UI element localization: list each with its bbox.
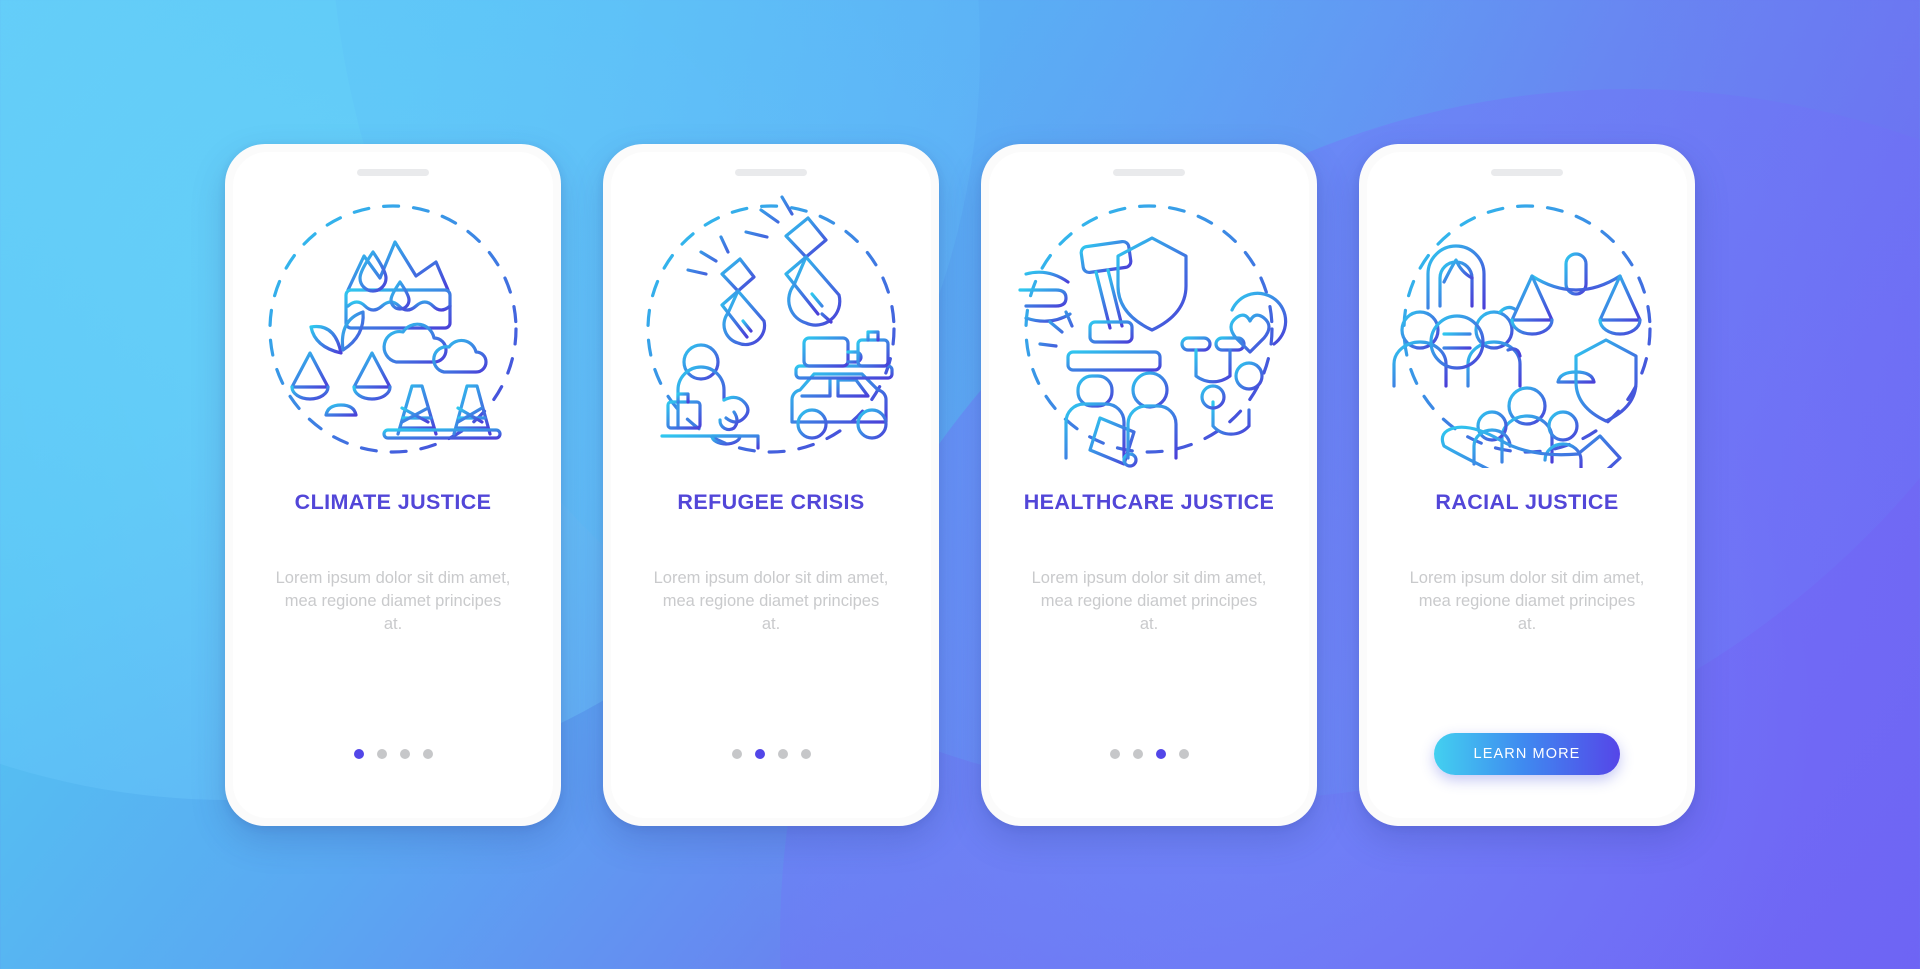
onboarding-screens-row: CLIMATE JUSTICE Lorem ipsum dolor sit di…	[0, 0, 1920, 969]
phone-mockup-healthcare-justice: HEALTHCARE JUSTICE Lorem ipsum dolor sit…	[981, 143, 1317, 826]
screen-footer	[1109, 734, 1189, 774]
phone-speaker-notch	[735, 168, 807, 176]
screen-refugee-crisis: REFUGEE CRISIS Lorem ipsum dolor sit dim…	[611, 151, 931, 818]
pagination-dots[interactable]	[353, 748, 433, 759]
pagination-dots[interactable]	[1109, 748, 1189, 759]
pagination-dot-2[interactable]	[1132, 748, 1143, 759]
phone-mockup-refugee-crisis: REFUGEE CRISIS Lorem ipsum dolor sit dim…	[603, 143, 939, 826]
pagination-dot-2[interactable]	[754, 748, 765, 759]
climate-justice-illustration	[248, 190, 538, 468]
body-text: Lorem ipsum dolor sit dim amet, mea regi…	[275, 568, 511, 634]
refugee-crisis-illustration	[626, 190, 916, 468]
phone-mockup-racial-justice: RACIAL JUSTICE Lorem ipsum dolor sit dim…	[1359, 143, 1695, 826]
page-title: REFUGEE CRISIS	[677, 489, 865, 514]
page-title: CLIMATE JUSTICE	[294, 489, 492, 514]
screen-footer	[731, 734, 811, 774]
page-title: HEALTHCARE JUSTICE	[1023, 489, 1275, 514]
body-text: Lorem ipsum dolor sit dim amet, mea regi…	[1409, 568, 1645, 634]
phone-speaker-notch	[1113, 168, 1185, 176]
screen-footer: LEARN MORE	[1434, 732, 1620, 775]
pagination-dot-4[interactable]	[1178, 748, 1189, 759]
phone-mockup-climate-justice: CLIMATE JUSTICE Lorem ipsum dolor sit di…	[225, 143, 561, 826]
pagination-dot-1[interactable]	[353, 748, 364, 759]
body-text: Lorem ipsum dolor sit dim amet, mea regi…	[653, 568, 889, 634]
phone-speaker-notch	[357, 168, 429, 176]
pagination-dot-3[interactable]	[777, 748, 788, 759]
learn-more-button[interactable]: LEARN MORE	[1434, 732, 1620, 775]
pagination-dot-3[interactable]	[399, 748, 410, 759]
racial-justice-illustration	[1382, 190, 1672, 468]
healthcare-justice-illustration	[1004, 190, 1294, 468]
pagination-dot-4[interactable]	[422, 748, 433, 759]
screen-climate-justice: CLIMATE JUSTICE Lorem ipsum dolor sit di…	[233, 151, 553, 818]
pagination-dot-4[interactable]	[800, 748, 811, 759]
pagination-dots[interactable]	[731, 748, 811, 759]
pagination-dot-3[interactable]	[1155, 748, 1166, 759]
page-title: RACIAL JUSTICE	[1435, 489, 1619, 514]
body-text: Lorem ipsum dolor sit dim amet, mea regi…	[1031, 568, 1267, 634]
screen-healthcare-justice: HEALTHCARE JUSTICE Lorem ipsum dolor sit…	[989, 151, 1309, 818]
screen-racial-justice: RACIAL JUSTICE Lorem ipsum dolor sit dim…	[1367, 151, 1687, 818]
pagination-dot-2[interactable]	[376, 748, 387, 759]
pagination-dot-1[interactable]	[1109, 748, 1120, 759]
pagination-dot-1[interactable]	[731, 748, 742, 759]
phone-speaker-notch	[1491, 168, 1563, 176]
screen-footer	[353, 734, 433, 774]
